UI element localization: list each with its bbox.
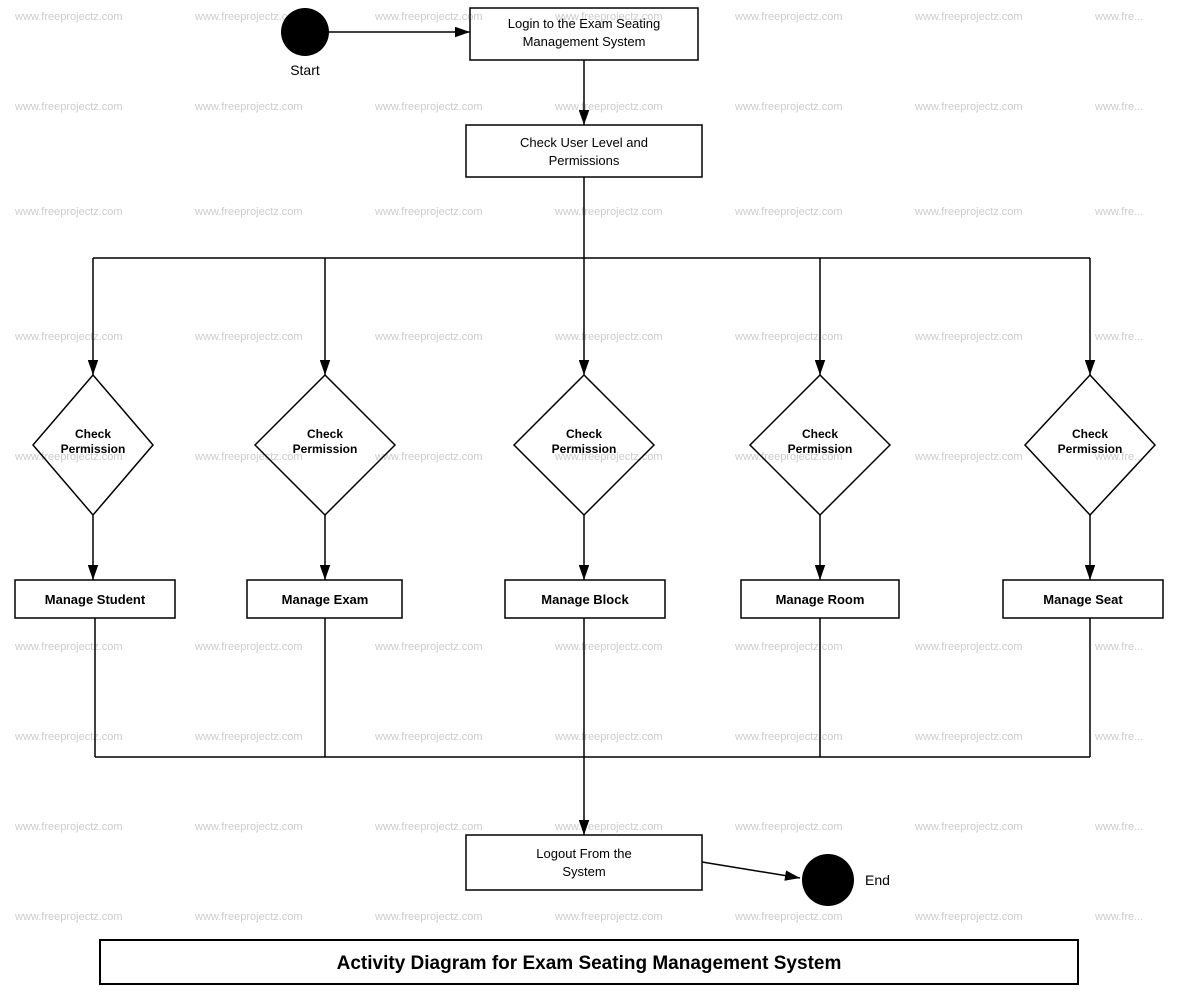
watermark: www.freeprojectz.com [554,641,663,653]
check-user-level-text1: Check User Level and [520,135,648,150]
watermark: www.freeprojectz.com [914,206,1023,218]
arrow-logout-end [702,862,800,878]
watermark: www.freeprojectz.com [194,821,303,833]
watermark: www.freeprojectz.com [914,11,1023,23]
manage-exam-text: Manage Exam [282,592,369,607]
watermark: www.freeprojectz.com [374,821,483,833]
watermark: www.freeprojectz.com [914,331,1023,343]
diagram-title: Activity Diagram for Exam Seating Manage… [337,953,842,974]
watermark: www.freeprojectz.com [734,911,843,923]
logout-text1: Logout From the [536,846,631,861]
watermark: www.freeprojectz.com [914,101,1023,113]
watermark: www.freeprojectz.com [734,641,843,653]
watermark: www.freeprojectz.com [374,451,483,463]
watermark: www.freeprojectz.com [374,101,483,113]
cp1-text2: Permission [61,442,126,456]
cp4-text1: Check [802,427,838,441]
manage-block-text: Manage Block [541,592,629,607]
cp2-text2: Permission [293,442,358,456]
login-text-line1: Login to the Exam Seating [508,16,661,31]
watermark: www.freeprojectz.com [734,11,843,23]
watermark: www.freeprojectz.com [734,821,843,833]
watermark: www.freeprojectz.com [554,331,663,343]
watermark: www.fre... [1094,331,1143,343]
watermark: www.freeprojectz.com [14,821,123,833]
watermark: www.fre... [1094,911,1143,923]
watermark: www.freeprojectz.com [374,641,483,653]
watermark: www.freeprojectz.com [554,101,663,113]
watermark: www.freeprojectz.com [374,731,483,743]
watermark: www.fre... [1094,821,1143,833]
manage-seat-text: Manage Seat [1043,592,1123,607]
manage-student-text: Manage Student [45,592,146,607]
start-label: Start [290,62,320,78]
end-label: End [865,872,890,888]
cp1-text1: Check [75,427,111,441]
watermark: www.freeprojectz.com [14,206,123,218]
watermark: www.freeprojectz.com [14,731,123,743]
watermark: www.freeprojectz.com [914,641,1023,653]
watermark: www.freeprojectz.com [914,821,1023,833]
cp5-text2: Permission [1058,442,1123,456]
watermark: www.freeprojectz.com [194,911,303,923]
watermark: www.freeprojectz.com [194,731,303,743]
watermark: www.freeprojectz.com [734,206,843,218]
watermark: www.freeprojectz.com [914,911,1023,923]
check-user-level-text2: Permissions [549,153,620,168]
diagram-area: www.freeprojectz.com www.freeprojectz.co… [0,0,1178,994]
cp2-text1: Check [307,427,343,441]
watermark: www.freeprojectz.com [194,206,303,218]
watermark: www.freeprojectz.com [914,451,1023,463]
watermark: www.fre... [1094,206,1143,218]
watermark: www.freeprojectz.com [734,331,843,343]
cp4-text2: Permission [788,442,853,456]
watermark: www.freeprojectz.com [194,451,303,463]
watermark: www.freeprojectz.com [14,11,123,23]
watermark: www.freeprojectz.com [554,731,663,743]
watermark: www.freeprojectz.com [374,911,483,923]
watermark: www.fre... [1094,11,1143,23]
watermark: www.freeprojectz.com [14,331,123,343]
watermark: www.freeprojectz.com [374,206,483,218]
logout-box [466,835,702,890]
watermark: www.freeprojectz.com [14,911,123,923]
watermark: www.freeprojectz.com [374,331,483,343]
watermark: www.freeprojectz.com [914,731,1023,743]
check-user-level-box [466,125,702,177]
watermark: www.freeprojectz.com [14,641,123,653]
cp3-text2: Permission [552,442,617,456]
watermark: www.freeprojectz.com [734,731,843,743]
watermark: www.freeprojectz.com [194,641,303,653]
cp5-text1: Check [1072,427,1108,441]
watermark: www.freeprojectz.com [194,331,303,343]
watermark: www.freeprojectz.com [194,101,303,113]
manage-room-text: Manage Room [776,592,865,607]
watermark: www.freeprojectz.com [554,206,663,218]
watermark: www.freeprojectz.com [554,911,663,923]
watermark: www.freeprojectz.com [14,101,123,113]
watermark: www.freeprojectz.com [734,101,843,113]
watermark: www.fre... [1094,641,1143,653]
login-text-line2: Management System [523,34,646,49]
watermark: www.freeprojectz.com [554,821,663,833]
watermark: www.fre... [1094,101,1143,113]
end-circle [802,854,854,906]
cp3-text1: Check [566,427,602,441]
watermark: www.freeprojectz.com [374,11,483,23]
logout-text2: System [562,864,605,879]
watermark: www.fre... [1094,731,1143,743]
